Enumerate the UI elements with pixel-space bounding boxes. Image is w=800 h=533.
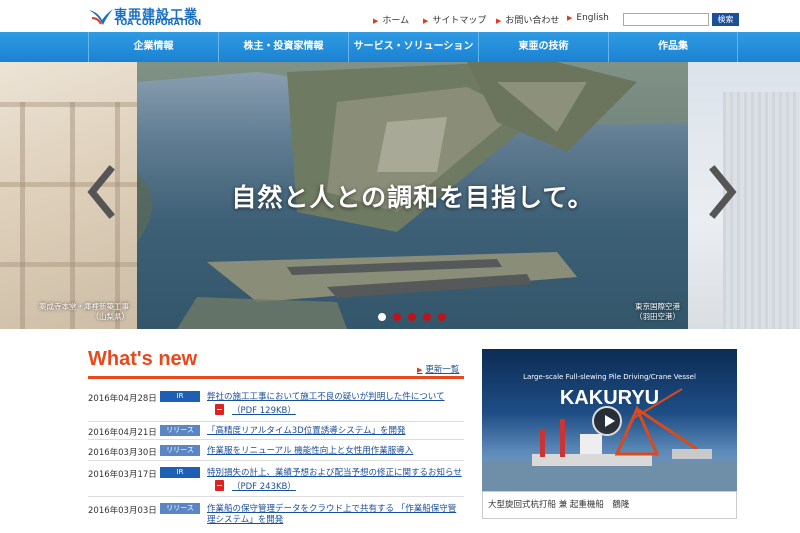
nav-item-services[interactable]: サービス・ソリューション — [348, 32, 478, 62]
chevron-left-icon[interactable] — [82, 162, 122, 222]
play-icon[interactable] — [592, 406, 622, 436]
whats-new-title: What's new — [88, 348, 198, 370]
arrow-right-icon: ▶ — [417, 366, 423, 374]
news-item: 2016年04月28日 IR 弊社の施工工事において施工不良の疑いが判明した件に… — [88, 385, 464, 422]
util-link-home[interactable]: ▶ ホーム — [373, 13, 423, 27]
arrow-right-icon: ▶ — [373, 17, 379, 25]
news-tag: リリース — [160, 503, 200, 514]
hero-caption-main: 東京国際空港 （羽田空港） — [635, 302, 680, 321]
nav-item-company[interactable]: 企業情報 — [88, 32, 218, 62]
news-pdf-link[interactable]: （PDF 129KB） — [214, 404, 296, 416]
news-pdf-link[interactable]: （PDF 243KB） — [214, 480, 296, 492]
util-link-contact[interactable]: ▶ お問い合わせ — [496, 13, 567, 27]
arrow-right-icon: ▶ — [423, 17, 429, 25]
site-header: 東亜建設工業 TOA CORPORATION ▶ ホーム ▶ サイトマップ ▶ お問い… — [0, 0, 800, 32]
carousel-dot[interactable] — [393, 313, 401, 321]
news-link[interactable]: 弊社の施工工事において施工不良の疑いが判明した件について — [207, 392, 463, 403]
search-input[interactable] — [623, 13, 709, 26]
news-link[interactable]: 「高精度リアルタイム3D位置誘導システム」を開発 — [207, 426, 463, 437]
utility-nav: ▶ ホーム ▶ サイトマップ ▶ お問い合わせ ▶ English — [373, 13, 617, 27]
util-link-sitemap[interactable]: ▶ サイトマップ — [423, 13, 496, 27]
carousel-pagination — [378, 313, 446, 321]
news-tag: IR — [160, 467, 200, 478]
hero-headline: 自然と人との調和を目指して。 — [231, 183, 594, 212]
news-item: 2016年03月30日 リリース 作業服をリニューアル 機能性向上と女性用作業服… — [88, 440, 464, 461]
section-divider — [88, 376, 464, 379]
news-link[interactable]: 作業服をリニューアル 機能性向上と女性用作業服導入 — [207, 446, 463, 457]
logo-english: TOA CORPORATION — [115, 18, 202, 27]
news-tag: リリース — [160, 425, 200, 436]
video-player[interactable]: Large-scale Full-slewing Pile Driving/Cr… — [482, 349, 737, 491]
news-link[interactable]: 作業船の保守管理データをクラウド上で共有する 「作業船保守管理システム」を開発 — [207, 504, 463, 526]
nav-item-works[interactable]: 作品集 — [608, 32, 738, 62]
news-list-link[interactable]: ▶ 更新一覧 — [417, 363, 459, 375]
news-item: 2016年04月21日 リリース 「高精度リアルタイム3D位置誘導システム」を開… — [88, 422, 464, 440]
news-date: 2016年04月28日 — [88, 394, 157, 404]
news-date: 2016年03月30日 — [88, 448, 157, 458]
chevron-right-icon[interactable] — [702, 162, 742, 222]
carousel-dot[interactable] — [438, 313, 446, 321]
global-nav: 企業情報 株主・投資家情報 サービス・ソリューション 東亜の技術 作品集 — [0, 32, 800, 62]
carousel-dot[interactable] — [378, 313, 386, 321]
logo-bird-icon — [89, 9, 113, 25]
news-item: 2016年03月03日 リリース 作業船の保守管理データをクラウド上で共有する … — [88, 497, 464, 533]
arrow-right-icon: ▶ — [567, 14, 573, 22]
util-link-english[interactable]: ▶ English — [567, 13, 617, 27]
nav-item-technology[interactable]: 東亜の技術 — [478, 32, 608, 62]
video-subtitle: Large-scale Full-slewing Pile Driving/Cr… — [523, 373, 696, 381]
news-tag: IR — [160, 391, 200, 402]
carousel-dot[interactable] — [408, 313, 416, 321]
news-date: 2016年03月17日 — [88, 470, 157, 480]
news-link[interactable]: 特別損失の計上、業績予想および配当予想の修正に関するお知らせ — [207, 468, 463, 479]
carousel-dot[interactable] — [423, 313, 431, 321]
news-date: 2016年04月21日 — [88, 428, 157, 438]
news-tag: リリース — [160, 445, 200, 456]
news-date: 2016年03月03日 — [88, 506, 157, 516]
news-item: 2016年03月17日 IR 特別損失の計上、業績予想および配当予想の修正に関す… — [88, 461, 464, 497]
hero-caption-left: 薬成寺本堂・庫裡新築工事 （山梨県） — [39, 302, 129, 321]
hero-carousel: 自然と人との調和を目指して。 薬成寺本堂・庫裡新築工事 （山梨県） 東京国際空港… — [0, 62, 800, 329]
company-logo[interactable]: 東亜建設工業 TOA CORPORATION — [88, 4, 202, 28]
arrow-right-icon: ▶ — [496, 17, 502, 25]
nav-item-investors[interactable]: 株主・投資家情報 — [218, 32, 348, 62]
search-button[interactable]: 検索 — [712, 13, 739, 26]
video-caption: 大型旋回式杭打船 兼 起重機船 鶴隆 — [482, 491, 737, 519]
